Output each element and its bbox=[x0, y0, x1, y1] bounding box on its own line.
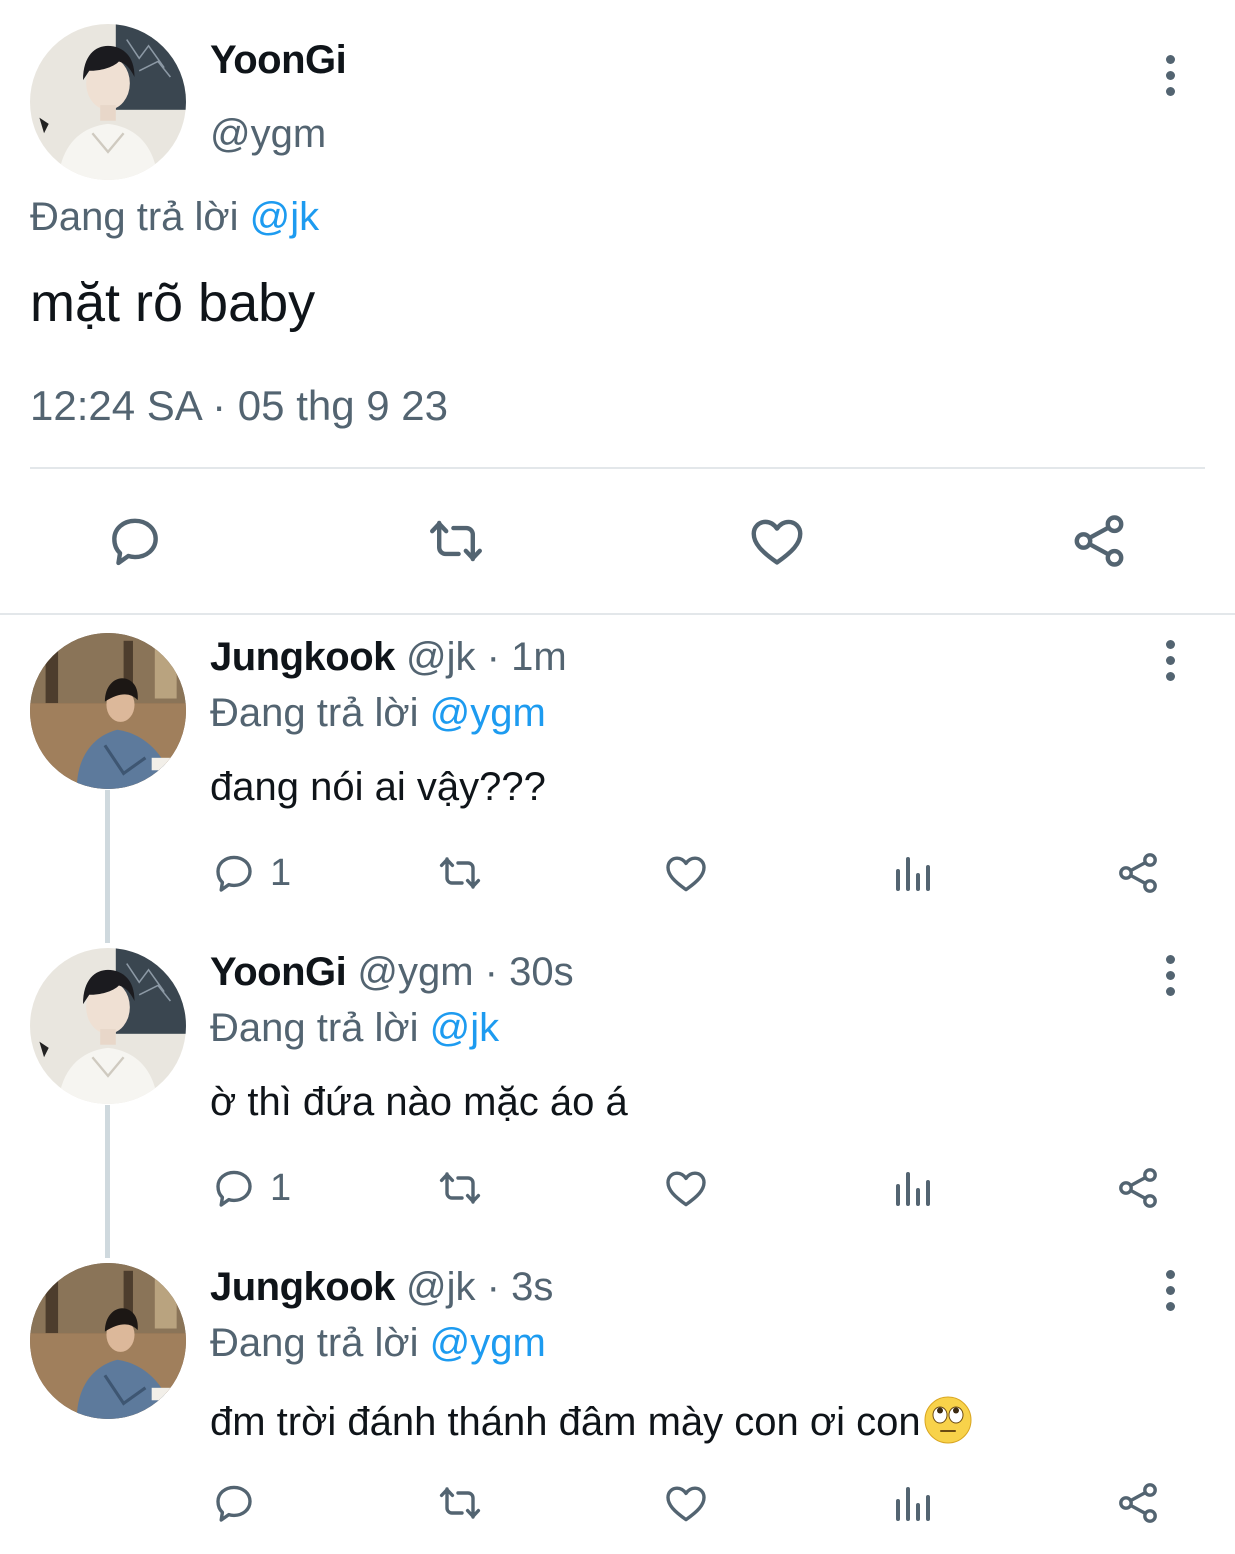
avatar[interactable] bbox=[30, 24, 186, 180]
action-bar bbox=[210, 1478, 1170, 1528]
replying-to: Đang trả lời @jk bbox=[210, 1006, 499, 1051]
views-icon[interactable] bbox=[888, 1163, 936, 1213]
reply-time: · 3s bbox=[486, 1265, 554, 1309]
reply-time: · 1m bbox=[486, 635, 567, 679]
replying-to: Đang trả lời @ygm bbox=[210, 691, 546, 736]
action-bar: 1 bbox=[210, 1163, 1170, 1213]
rolling-eyes-emoji-icon bbox=[924, 1396, 972, 1444]
like-icon[interactable] bbox=[662, 848, 710, 898]
share-icon[interactable] bbox=[1114, 1163, 1162, 1213]
avatar[interactable] bbox=[30, 633, 186, 789]
mention-link[interactable]: @jk bbox=[430, 1006, 500, 1050]
author-name[interactable]: YoonGi bbox=[210, 38, 347, 83]
divider bbox=[30, 467, 1205, 469]
like-icon[interactable] bbox=[662, 1163, 710, 1213]
share-icon[interactable] bbox=[1114, 1478, 1162, 1528]
reply-time: · 30s bbox=[484, 950, 574, 994]
like-icon[interactable] bbox=[662, 1478, 710, 1528]
like-icon[interactable] bbox=[746, 510, 808, 572]
retweet-icon[interactable] bbox=[436, 848, 484, 898]
reply-tweet[interactable]: YoonGi @ygm · 30s Đang trả lời @jk ờ thì… bbox=[0, 930, 1235, 1245]
replying-to: Đang trả lời @ygm bbox=[210, 1321, 546, 1366]
share-icon[interactable] bbox=[1114, 848, 1162, 898]
avatar[interactable] bbox=[30, 948, 186, 1104]
views-icon[interactable] bbox=[888, 848, 936, 898]
tweet-text-body: đm trời đánh thánh đâm mày con ơi con bbox=[210, 1400, 921, 1444]
author-name[interactable]: YoonGi bbox=[210, 950, 347, 994]
share-icon[interactable] bbox=[1068, 510, 1130, 572]
avatar[interactable] bbox=[30, 1263, 186, 1419]
mention-link[interactable]: @ygm bbox=[430, 691, 546, 735]
replying-prefix: Đang trả lời bbox=[30, 195, 250, 239]
reply-count: 1 bbox=[270, 851, 292, 894]
mention-link[interactable]: @ygm bbox=[430, 1321, 546, 1365]
reply-button[interactable] bbox=[210, 1478, 270, 1528]
author-handle[interactable]: @jk bbox=[406, 635, 476, 679]
reply-button[interactable]: 1 bbox=[210, 848, 291, 898]
replying-prefix: Đang trả lời bbox=[210, 691, 430, 735]
author-name[interactable]: Jungkook bbox=[210, 1265, 395, 1309]
more-options-icon[interactable] bbox=[1160, 945, 1180, 1005]
retweet-icon[interactable] bbox=[436, 1163, 484, 1213]
more-options-icon[interactable] bbox=[1160, 45, 1180, 105]
reply-header: Jungkook @jk · 1m bbox=[210, 635, 567, 680]
tweet-text: ờ thì đứa nào mặc áo á bbox=[210, 1080, 628, 1124]
tweet-text: đm trời đánh thánh đâm mày con ơi con bbox=[210, 1395, 973, 1445]
reply-tweet[interactable]: Jungkook @jk · 1m Đang trả lời @ygm đang… bbox=[0, 615, 1235, 930]
retweet-icon[interactable] bbox=[425, 510, 487, 572]
reply-count: 1 bbox=[270, 1166, 292, 1209]
author-handle[interactable]: @ygm bbox=[210, 112, 326, 157]
author-handle[interactable]: @jk bbox=[406, 1265, 476, 1309]
author-name[interactable]: Jungkook bbox=[210, 635, 395, 679]
mention-link[interactable]: @jk bbox=[250, 195, 320, 239]
tweet-text: đang nói ai vậy??? bbox=[210, 765, 546, 809]
reply-header: Jungkook @jk · 3s bbox=[210, 1265, 553, 1310]
reply-icon[interactable] bbox=[104, 510, 166, 572]
retweet-icon[interactable] bbox=[436, 1478, 484, 1528]
views-icon[interactable] bbox=[888, 1478, 936, 1528]
reply-button[interactable]: 1 bbox=[210, 1163, 291, 1213]
tweet-text: mặt rõ baby bbox=[30, 273, 316, 333]
author-handle[interactable]: @ygm bbox=[357, 950, 473, 994]
action-bar: 1 bbox=[210, 848, 1170, 898]
reply-icon bbox=[210, 849, 258, 897]
more-options-icon[interactable] bbox=[1160, 630, 1180, 690]
more-options-icon[interactable] bbox=[1160, 1260, 1180, 1320]
replying-prefix: Đang trả lời bbox=[210, 1006, 430, 1050]
tweet-timestamp: 12:24 SA · 05 thg 9 23 bbox=[30, 382, 448, 429]
reply-icon bbox=[210, 1479, 258, 1527]
replying-to: Đang trả lời @jk bbox=[30, 195, 319, 240]
reply-icon bbox=[210, 1164, 258, 1212]
reply-tweet[interactable]: Jungkook @jk · 3s Đang trả lời @ygm đm t… bbox=[0, 1245, 1235, 1554]
reply-header: YoonGi @ygm · 30s bbox=[210, 950, 574, 995]
replying-prefix: Đang trả lời bbox=[210, 1321, 430, 1365]
